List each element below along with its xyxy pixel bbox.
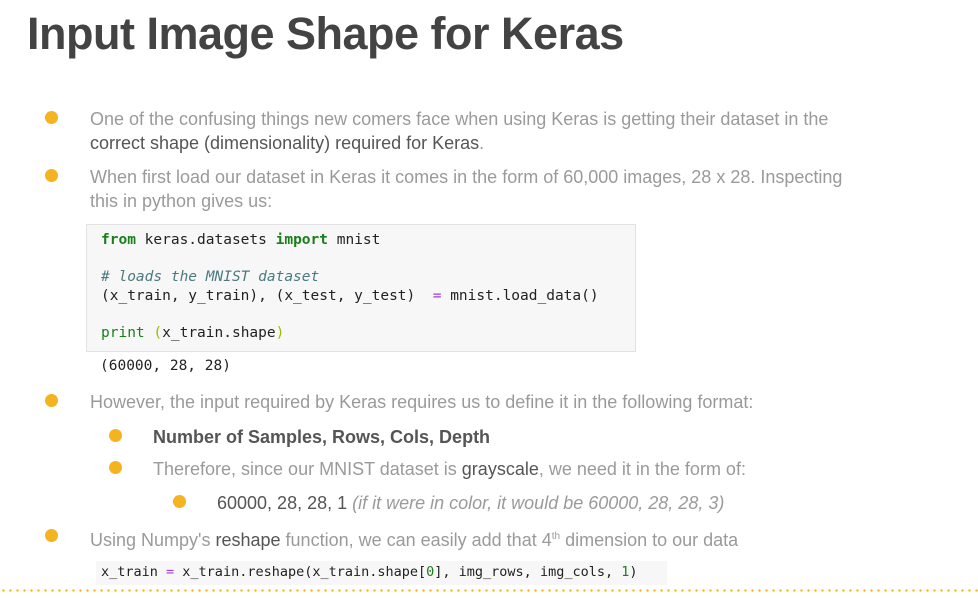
bullet-icon: [45, 529, 58, 542]
bullet-text: However, the input required by Keras req…: [90, 392, 754, 412]
bullet-icon: [173, 495, 186, 508]
code-line: print (x_train.shape): [101, 325, 285, 341]
bullet-icon: [109, 429, 122, 442]
text: When first load our dataset in Keras it …: [90, 167, 843, 187]
bullet-text: Therefore, since our MNIST dataset is gr…: [153, 457, 746, 481]
bullet-icon: [45, 169, 58, 182]
code-line: x_train = x_train.reshape(x_train.shape[…: [101, 564, 638, 580]
bullet-text: 60000, 28, 28, 1 (if it were in color, i…: [217, 491, 724, 515]
code-output: (60000, 28, 28): [100, 358, 231, 374]
text: 60000, 28, 28, 1: [217, 493, 353, 513]
bullet-icon: [45, 111, 58, 124]
code-comment: # loads the MNIST dataset: [101, 269, 320, 285]
reshape-code-block: x_train = x_train.reshape(x_train.shape[…: [96, 561, 667, 585]
text: this in python gives us:: [90, 191, 273, 211]
code-line: (x_train, y_train), (x_test, y_test) = m…: [101, 288, 599, 304]
dotted-divider: [0, 589, 978, 592]
text: , we need it in the form of:: [538, 459, 746, 479]
text: Using Numpy's: [90, 530, 216, 550]
bullet-text: Using Numpy's reshape function, we can e…: [90, 525, 738, 552]
text: dimension to our data: [560, 530, 739, 550]
text: function, we can easily add that 4: [280, 530, 552, 550]
code-line: from keras.datasets import mnist: [101, 232, 381, 248]
code-block: from keras.datasets import mnist # loads…: [86, 224, 636, 352]
text: One of the confusing things new comers f…: [90, 109, 829, 129]
text: .: [479, 133, 485, 153]
bullet-text: Number of Samples, Rows, Cols, Depth: [153, 427, 491, 447]
bullet-text: When first load our dataset in Keras it …: [90, 165, 950, 213]
bullet-icon: [109, 461, 122, 474]
slide-title: Input Image Shape for Keras: [27, 8, 624, 59]
bullet-text: One of the confusing things new comers f…: [90, 107, 940, 155]
emphasis: correct shape (dimensionality) required …: [90, 133, 480, 153]
bullet-icon: [45, 394, 58, 407]
text: Therefore, since our MNIST dataset is: [153, 459, 462, 479]
note: (if it were in color, it would be 60000,…: [352, 493, 725, 513]
emphasis: reshape: [215, 530, 281, 550]
emphasis: grayscale: [461, 459, 539, 479]
superscript: th: [551, 531, 561, 542]
